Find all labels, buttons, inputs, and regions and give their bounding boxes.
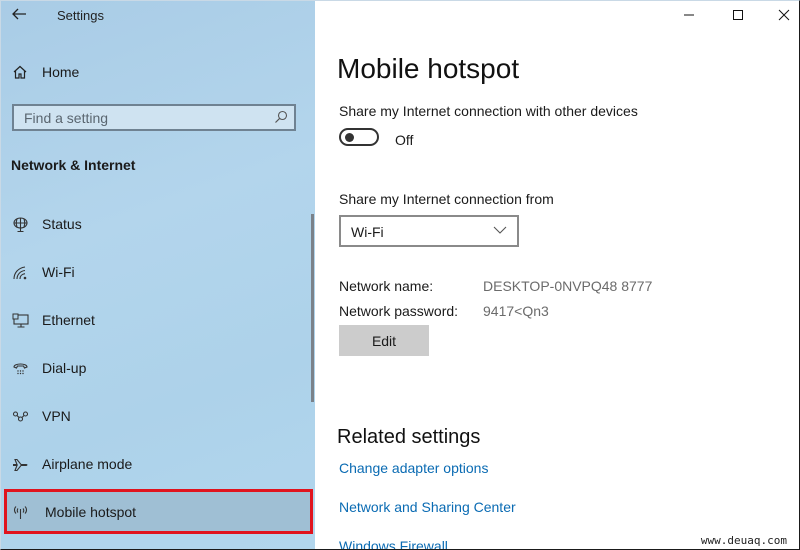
network-name-value: DESKTOP-0NVPQ48 8777 <box>483 278 653 294</box>
toggle-state-label: Off <box>395 132 414 148</box>
search-box[interactable] <box>12 104 296 131</box>
close-icon <box>778 9 790 21</box>
sidebar-item-home[interactable]: Home <box>1 50 315 94</box>
related-settings-title: Related settings <box>337 426 481 448</box>
airplane-icon <box>11 455 29 473</box>
sidebar-item-label: Wi-Fi <box>42 264 75 280</box>
back-arrow-icon <box>12 8 26 20</box>
main-content: Mobile hotspot Share my Internet connect… <box>315 1 799 549</box>
edit-button[interactable]: Edit <box>339 325 429 356</box>
page-title: Mobile hotspot <box>337 53 520 84</box>
sidebar-item-label: Mobile hotspot <box>45 503 137 520</box>
wifi-icon <box>11 263 29 281</box>
change-adapter-options-link[interactable]: Change adapter options <box>339 460 488 476</box>
maximize-icon <box>733 10 743 20</box>
vpn-icon <box>11 407 29 425</box>
sidebar-item-label: Status <box>42 216 82 232</box>
sidebar-item-mobile-hotspot[interactable]: Mobile hotspot <box>4 489 313 534</box>
sidebar-item-vpn[interactable]: VPN <box>1 394 315 438</box>
settings-window: Settings Home Network & Internet Status … <box>0 0 800 550</box>
section-title: Network & Internet <box>11 157 136 173</box>
sidebar-item-label: Ethernet <box>42 312 95 328</box>
ethernet-icon <box>11 311 29 329</box>
share-connection-toggle[interactable] <box>339 128 379 146</box>
sidebar-item-ethernet[interactable]: Ethernet <box>1 298 315 342</box>
maximize-button[interactable] <box>728 5 748 25</box>
close-button[interactable] <box>774 5 794 25</box>
share-connection-label: Share my Internet connection with other … <box>339 103 638 119</box>
watermark: www.deuaq.com <box>700 534 787 547</box>
share-from-dropdown[interactable]: Wi-Fi <box>339 215 519 247</box>
network-password-label: Network password: <box>339 303 459 319</box>
sidebar-item-dialup[interactable]: Dial-up <box>1 346 315 390</box>
minimize-button[interactable] <box>679 5 699 25</box>
toggle-knob <box>345 133 354 142</box>
sidebar-item-label: Airplane mode <box>42 456 133 472</box>
home-icon <box>11 63 29 81</box>
sidebar-item-status[interactable]: Status <box>1 202 315 246</box>
sidebar-item-label: VPN <box>42 408 71 424</box>
hotspot-icon <box>11 503 29 521</box>
network-name-label: Network name: <box>339 278 434 294</box>
back-button[interactable] <box>11 6 29 24</box>
sidebar-item-label: Dial-up <box>42 360 87 376</box>
search-icon[interactable] <box>274 110 288 124</box>
app-title: Settings <box>57 8 104 23</box>
chevron-down-icon <box>493 226 507 234</box>
minimize-icon <box>684 14 694 16</box>
dialup-phone-icon <box>11 359 29 377</box>
network-sharing-center-link[interactable]: Network and Sharing Center <box>339 499 516 515</box>
network-password-value: 9417<Qn3 <box>483 303 549 319</box>
sidebar-item-label: Home <box>42 64 80 80</box>
globe-status-icon <box>11 215 29 233</box>
sidebar-item-airplane-mode[interactable]: Airplane mode <box>1 442 315 486</box>
share-from-value: Wi-Fi <box>351 224 384 240</box>
search-input[interactable] <box>14 106 264 129</box>
sidebar-item-wifi[interactable]: Wi-Fi <box>1 250 315 294</box>
share-from-label: Share my Internet connection from <box>339 191 554 207</box>
windows-firewall-link[interactable]: Windows Firewall <box>339 538 448 549</box>
sidebar: Settings Home Network & Internet Status … <box>1 1 315 549</box>
sidebar-scrollbar[interactable] <box>311 214 314 402</box>
